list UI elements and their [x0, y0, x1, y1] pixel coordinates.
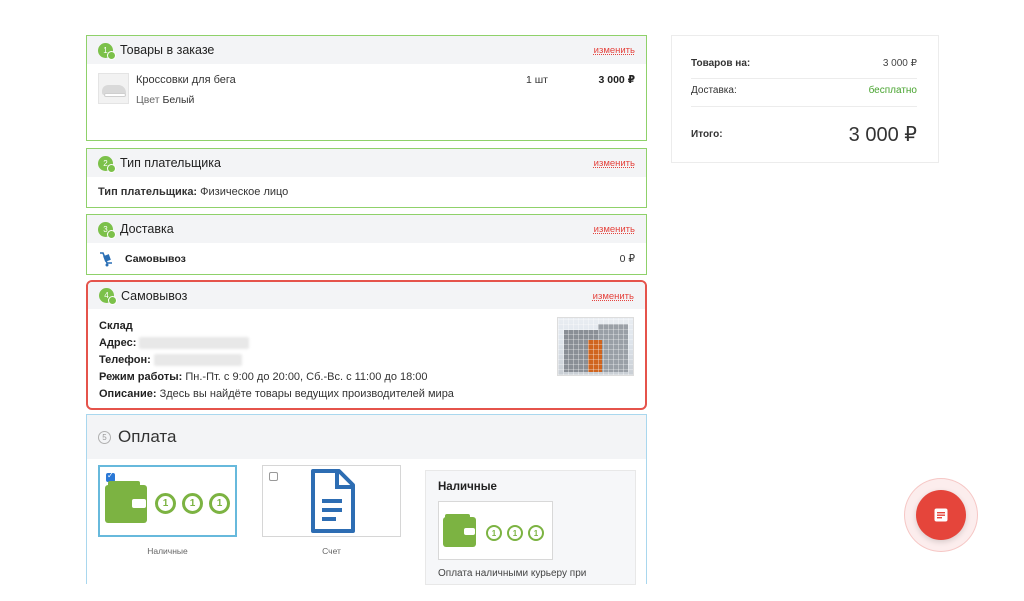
change-payer-type-link[interactable]: изменить: [594, 158, 635, 169]
coin-icon: 1: [209, 493, 230, 514]
payer-type-header: 2 Тип плательщика изменить: [87, 149, 646, 177]
step-number: 5: [102, 432, 107, 442]
summary-goods-label: Товаров на:: [691, 58, 751, 69]
payment-section: 5 Оплата 1 1 1 Наличные Счет Наличные: [86, 414, 647, 585]
payer-type-section: 2 Тип плательщика изменить Тип плательщи…: [86, 148, 647, 208]
payment-option-cash[interactable]: 1 1 1: [98, 465, 237, 537]
section-title: Тип плательщика: [120, 156, 221, 170]
product-quantity: 1 шт: [526, 74, 548, 86]
delivery-cart-icon: [100, 252, 112, 267]
product-color-value: Белый: [162, 94, 195, 106]
coin-icon: 1: [182, 493, 203, 514]
product-price: 3 000 ₽: [598, 74, 636, 86]
section-title: Доставка: [120, 222, 174, 236]
invoice-document-icon: [311, 469, 355, 533]
wallet-clasp: [132, 499, 146, 508]
order-fab-button[interactable]: [916, 490, 966, 540]
change-delivery-link[interactable]: изменить: [594, 224, 635, 235]
step-number: 1: [103, 45, 108, 55]
payment-invoice-checkbox[interactable]: [269, 472, 278, 481]
step-badge-icon: 5: [98, 430, 111, 444]
payment-detail-title: Наличные: [438, 481, 497, 493]
step-badge-icon: 3: [98, 221, 116, 239]
summary-goods-value: 3 000 ₽: [882, 58, 917, 69]
wallet-clasp: [464, 528, 475, 535]
step-number: 3: [103, 224, 108, 234]
warehouse-line: Склад: [99, 320, 133, 332]
description-value: Здесь вы найдёте товары ведущих производ…: [159, 388, 454, 400]
divider: [691, 106, 917, 107]
payer-type-line: Тип плательщика: Физическое лицо: [98, 186, 288, 198]
product-name[interactable]: Кроссовки для бега: [136, 74, 236, 86]
order-items-header: 1 Товары в заказе изменить: [87, 36, 646, 64]
summary-total-label: Итого:: [691, 129, 723, 140]
payment-option-invoice[interactable]: [262, 465, 401, 537]
hours-line: Режим работы: Пн.-Пт. с 9:00 до 20:00, С…: [99, 371, 428, 383]
coin-icon: 1: [507, 525, 523, 541]
order-items-section: 1 Товары в заказе изменить Кроссовки для…: [86, 35, 647, 141]
step-badge-icon: 2: [98, 155, 116, 173]
payer-type-value: Физическое лицо: [200, 186, 289, 198]
step-badge-icon: 1: [98, 42, 116, 60]
description-line: Описание: Здесь вы найдёте товары ведущи…: [99, 388, 454, 400]
payer-type-label: Тип плательщика:: [98, 186, 198, 198]
pickup-section: 4 Самовывоз изменить Склад Адрес: Телефо…: [86, 280, 647, 410]
wallet-top: [445, 514, 470, 519]
payment-detail-description: Оплата наличными курьеру при: [438, 568, 587, 579]
pickup-header: 4 Самовывоз изменить: [88, 282, 645, 309]
building-windows: [558, 318, 633, 375]
summary-goods-row: Товаров на: 3 000 ₽: [691, 58, 917, 69]
change-order-items-link[interactable]: изменить: [594, 45, 635, 56]
section-title: Оплата: [118, 427, 177, 446]
address-label: Адрес:: [99, 337, 137, 349]
product-color: Цвет Белый: [136, 94, 194, 106]
payment-detail-image: 1 1 1: [438, 501, 553, 560]
store-building-image[interactable]: [557, 317, 634, 376]
section-title: Самовывоз: [121, 288, 188, 303]
wallet-top: [108, 481, 140, 487]
order-summary: Товаров на: 3 000 ₽ Доставка: бесплатно …: [671, 35, 939, 163]
hours-value: Пн.-Пт. с 9:00 до 20:00, Сб.-Вс. с 11:00…: [185, 371, 428, 383]
summary-delivery-value: бесплатно: [868, 85, 917, 96]
coin-icon: 1: [528, 525, 544, 541]
hours-label: Режим работы:: [99, 371, 183, 383]
delivery-header: 3 Доставка изменить: [87, 215, 646, 243]
delivery-section: 3 Доставка изменить Самовывоз 0 ₽: [86, 214, 647, 275]
coin-icon: 1: [155, 493, 176, 514]
delivery-method-name: Самовывоз: [125, 253, 186, 265]
step-number: 2: [103, 158, 108, 168]
phone-value-redacted: [153, 354, 242, 367]
warehouse-label: Склад: [99, 320, 133, 332]
divider: [691, 78, 917, 79]
description-label: Описание:: [99, 388, 157, 400]
product-thumbnail[interactable]: [98, 73, 129, 104]
address-value-redacted: [139, 337, 250, 350]
payment-detail-panel: Наличные 1 1 1 Оплата наличными курьеру …: [425, 470, 636, 585]
phone-line: Телефон:: [99, 354, 242, 367]
coin-icon: 1: [486, 525, 502, 541]
change-pickup-link[interactable]: изменить: [593, 291, 634, 302]
phone-label: Телефон:: [99, 354, 151, 366]
summary-total-value: 3 000 ₽: [848, 124, 917, 146]
delivery-price: 0 ₽: [619, 253, 635, 265]
summary-delivery-row: Доставка: бесплатно: [691, 85, 917, 96]
payment-header: 5 Оплата: [87, 415, 646, 459]
payment-option-cash-label[interactable]: Наличные: [98, 546, 237, 556]
section-title: Товары в заказе: [120, 43, 215, 57]
payment-option-invoice-label[interactable]: Счет: [262, 546, 401, 556]
product-color-label: Цвет: [136, 94, 160, 106]
step-badge-icon: 4: [99, 288, 117, 305]
address-line: Адрес:: [99, 337, 250, 350]
step-number: 4: [104, 291, 109, 300]
order-document-icon: [934, 508, 948, 522]
summary-total-row: Итого: 3 000 ₽: [691, 122, 917, 147]
sneaker-sole: [104, 93, 126, 97]
summary-delivery-label: Доставка:: [691, 85, 737, 96]
